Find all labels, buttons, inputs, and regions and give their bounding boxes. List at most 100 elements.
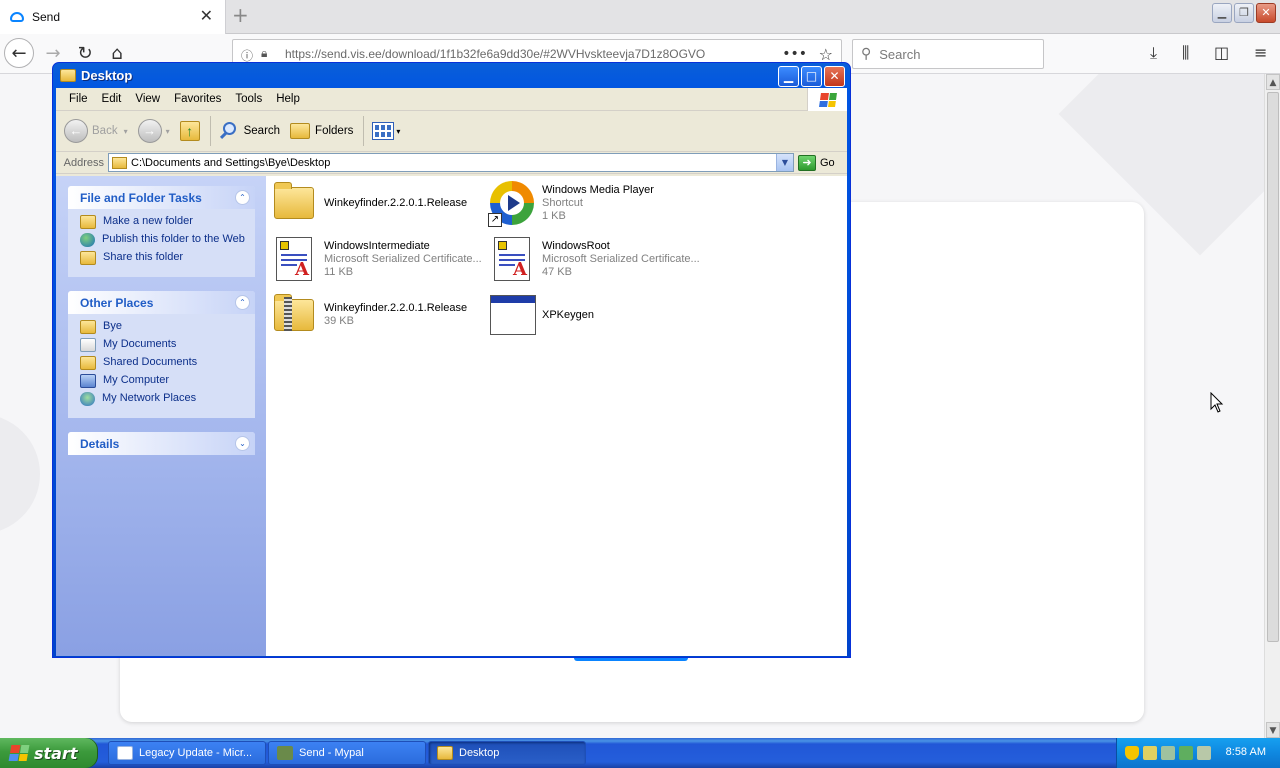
panel-title: Details bbox=[80, 436, 120, 451]
up-button[interactable]: ↑ bbox=[179, 121, 200, 141]
task-desktop[interactable]: Desktop bbox=[428, 741, 586, 765]
explorer-title-bar[interactable]: Desktop ▁ □ ✕ bbox=[56, 63, 847, 88]
tab-send[interactable]: Send ✕ bbox=[0, 0, 226, 34]
details-panel: Details ⌄ bbox=[68, 432, 255, 455]
file-item-windows-intermediate[interactable]: A WindowsIntermediate Microsoft Serializ… bbox=[270, 234, 482, 284]
file-name: Winkeyfinder.2.2.0.1.Release bbox=[324, 302, 468, 314]
chevron-down-icon[interactable]: ▼ bbox=[776, 154, 793, 171]
window-controls: ▁ ❐ ✕ bbox=[1212, 3, 1276, 23]
place-my-network-places[interactable]: My Network Places bbox=[80, 392, 249, 406]
address-input[interactable]: C:\Documents and Settings\Bye\Desktop ▼ bbox=[108, 153, 794, 172]
task-make-new-folder[interactable]: Make a new folder bbox=[80, 215, 249, 229]
place-shared-documents[interactable]: Shared Documents bbox=[80, 356, 249, 370]
task-legacy-update[interactable]: Legacy Update - Micr... bbox=[108, 741, 266, 765]
minimize-button[interactable]: ▁ bbox=[1212, 3, 1232, 23]
file-item-winkeyfinder-zip[interactable]: Winkeyfinder.2.2.0.1.Release 39 KB bbox=[270, 290, 482, 340]
new-tab-button[interactable]: + bbox=[232, 5, 249, 25]
folder-icon bbox=[80, 320, 96, 334]
back-icon[interactable]: ← bbox=[4, 38, 34, 68]
page-actions-icon[interactable]: ••• bbox=[782, 46, 807, 62]
network-icon[interactable] bbox=[1161, 746, 1175, 760]
scroll-down-icon[interactable]: ▼ bbox=[1266, 722, 1280, 738]
file-item-winkeyfinder-folder[interactable]: Winkeyfinder.2.2.0.1.Release bbox=[270, 178, 482, 228]
library-icon[interactable]: ⫼ bbox=[1182, 45, 1189, 61]
go-label: Go bbox=[820, 156, 835, 169]
menu-edit[interactable]: Edit bbox=[95, 93, 129, 105]
collapse-icon[interactable]: ⌃ bbox=[235, 190, 250, 205]
menu-help[interactable]: Help bbox=[269, 93, 307, 105]
tab-close-icon[interactable]: ✕ bbox=[200, 8, 213, 24]
file-folder-tasks-panel: File and Folder Tasks ⌃ Make a new folde… bbox=[68, 186, 255, 277]
system-tray: 8:58 AM bbox=[1116, 738, 1280, 768]
menu-favorites[interactable]: Favorites bbox=[167, 93, 228, 105]
task-publish-folder[interactable]: Publish this folder to the Web bbox=[80, 233, 249, 247]
expand-icon[interactable]: ⌄ bbox=[235, 436, 250, 451]
place-my-documents[interactable]: My Documents bbox=[80, 338, 249, 352]
back-arrow-icon: ← bbox=[64, 119, 88, 143]
certificate-icon: A bbox=[488, 235, 536, 283]
back-button[interactable]: ← Back ▾ bbox=[64, 119, 128, 143]
panel-header[interactable]: File and Folder Tasks ⌃ bbox=[68, 186, 255, 209]
folders-label: Folders bbox=[315, 125, 354, 137]
search-input[interactable]: ⚲ Search bbox=[852, 39, 1044, 69]
file-item-xpkeygen[interactable]: XPKeygen bbox=[488, 290, 700, 340]
place-label: My Computer bbox=[103, 374, 170, 386]
task-send-mypal[interactable]: Send - Mypal bbox=[268, 741, 426, 765]
toolbar-separator bbox=[363, 116, 365, 146]
back-dropdown-icon[interactable]: ▾ bbox=[124, 127, 128, 136]
folder-icon bbox=[270, 179, 318, 227]
menu-tools[interactable]: Tools bbox=[228, 93, 269, 105]
task-share-folder[interactable]: Share this folder bbox=[80, 251, 249, 265]
lock-icon[interactable]: 🔒︎ bbox=[261, 46, 267, 61]
task-label: Make a new folder bbox=[103, 215, 193, 227]
folders-button[interactable]: Folders bbox=[290, 123, 353, 139]
views-button[interactable]: ▾ bbox=[372, 122, 400, 140]
start-button[interactable]: start bbox=[0, 738, 98, 768]
collapse-icon[interactable]: ⌃ bbox=[235, 295, 250, 310]
menu-file[interactable]: File bbox=[62, 93, 95, 105]
application-icon bbox=[488, 291, 536, 339]
place-my-computer[interactable]: My Computer bbox=[80, 374, 249, 388]
scroll-up-icon[interactable]: ▲ bbox=[1266, 74, 1280, 90]
file-size: 47 KB bbox=[542, 265, 572, 278]
panel-header[interactable]: Details ⌄ bbox=[68, 432, 255, 455]
task-label: Publish this folder to the Web bbox=[102, 233, 245, 245]
my-computer-icon bbox=[80, 374, 96, 388]
panel-title: File and Folder Tasks bbox=[80, 190, 202, 205]
tray-app-icon[interactable] bbox=[1179, 746, 1193, 760]
sidebar-icon[interactable]: ◫ bbox=[1214, 45, 1229, 61]
network-icon[interactable] bbox=[1197, 746, 1211, 760]
close-button[interactable]: ✕ bbox=[824, 66, 845, 87]
address-bar: Address C:\Documents and Settings\Bye\De… bbox=[56, 152, 847, 174]
panel-header[interactable]: Other Places ⌃ bbox=[68, 291, 255, 314]
internet-explorer-icon bbox=[117, 746, 133, 760]
address-label: Address bbox=[63, 156, 104, 169]
zip-folder-icon bbox=[270, 291, 318, 339]
search-button[interactable]: Search bbox=[219, 121, 280, 141]
views-dropdown-icon: ▾ bbox=[396, 126, 401, 136]
menu-view[interactable]: View bbox=[128, 93, 167, 105]
folders-icon bbox=[290, 123, 311, 139]
forward-dropdown-icon[interactable]: ▾ bbox=[166, 127, 170, 136]
clock[interactable]: 8:58 AM bbox=[1226, 746, 1266, 758]
file-name: XPKeygen bbox=[542, 308, 594, 321]
security-shield-icon[interactable] bbox=[1125, 746, 1139, 760]
scrollbar-thumb[interactable] bbox=[1267, 92, 1279, 642]
tray-app-icon[interactable] bbox=[1143, 746, 1157, 760]
page-scrollbar[interactable]: ▲ ▼ bbox=[1264, 74, 1280, 738]
minimize-button[interactable]: ▁ bbox=[778, 66, 799, 87]
restore-button[interactable]: ❐ bbox=[1234, 3, 1254, 23]
place-bye[interactable]: Bye bbox=[80, 320, 249, 334]
download-icon[interactable]: ⤓ bbox=[1150, 45, 1157, 61]
file-name: Winkeyfinder.2.2.0.1.Release bbox=[324, 196, 468, 209]
menu-icon[interactable]: ≡ bbox=[1254, 45, 1267, 61]
task-label: Legacy Update - Micr... bbox=[139, 747, 253, 759]
file-item-windows-media-player[interactable]: ↗ Windows Media Player Shortcut 1 KB bbox=[488, 178, 700, 228]
maximize-button[interactable]: □ bbox=[801, 66, 822, 87]
close-button[interactable]: ✕ bbox=[1256, 3, 1276, 23]
file-item-windows-root[interactable]: A WindowsRoot Microsoft Serialized Certi… bbox=[488, 234, 700, 284]
place-label: My Network Places bbox=[102, 392, 197, 404]
go-button[interactable]: ➜ Go bbox=[798, 154, 835, 171]
mypal-icon bbox=[277, 746, 293, 760]
forward-button[interactable]: → ▾ bbox=[137, 119, 170, 143]
